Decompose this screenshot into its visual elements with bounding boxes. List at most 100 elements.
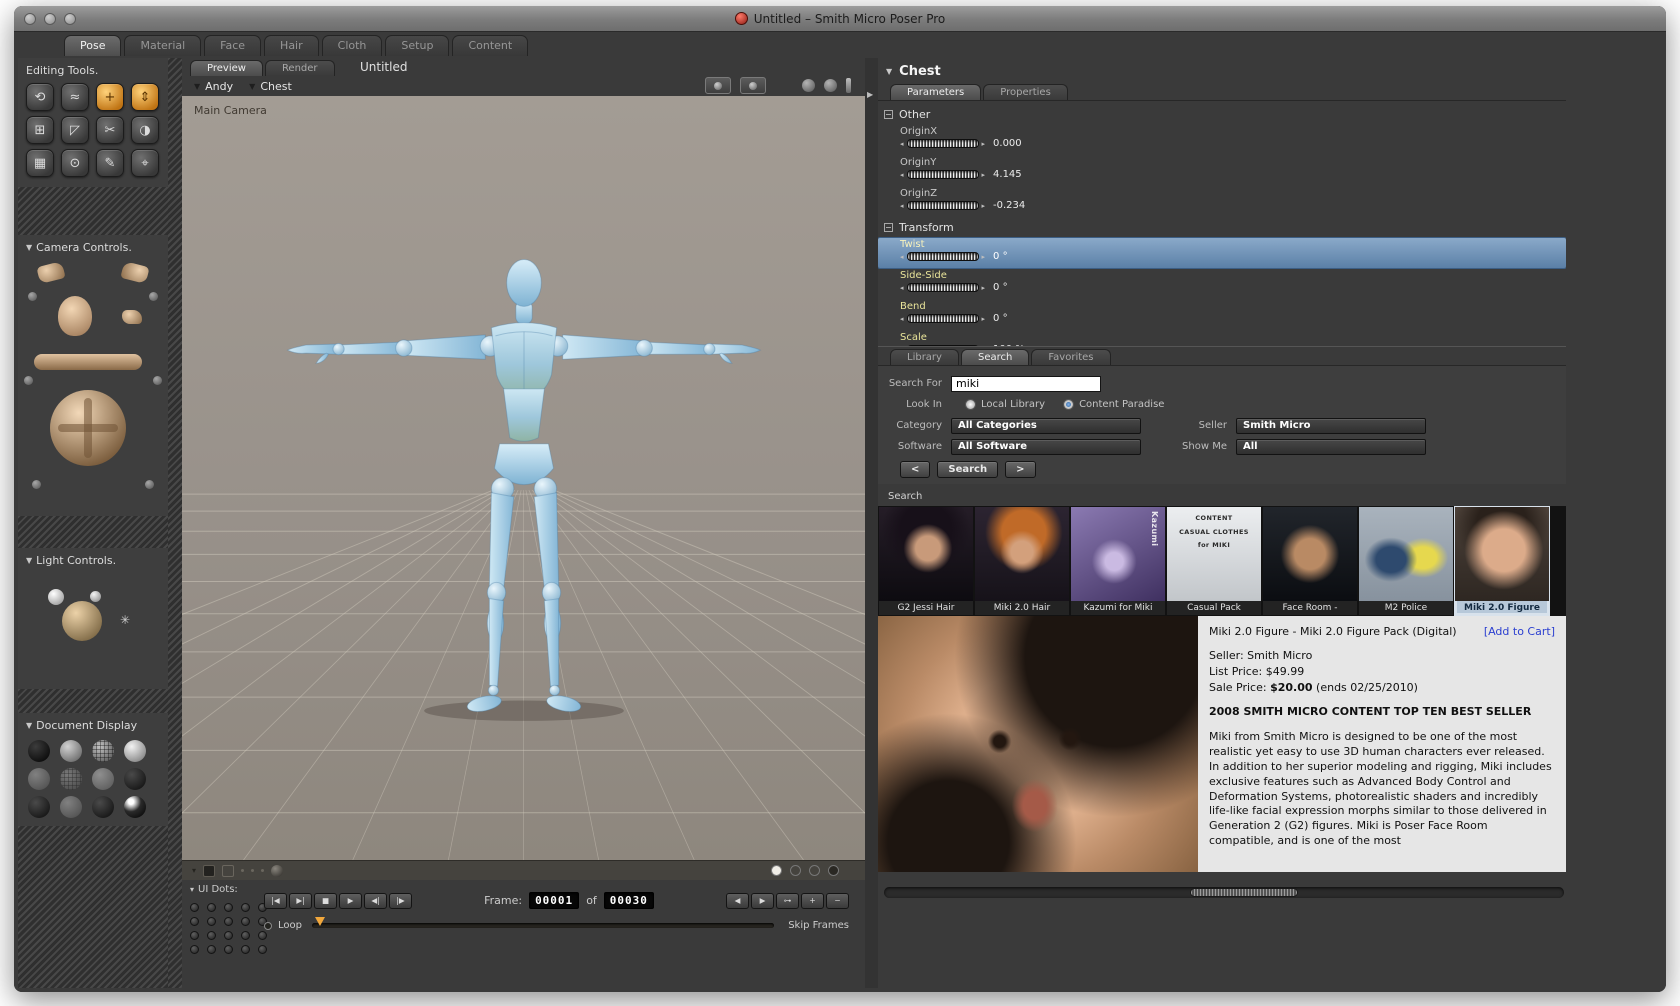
ui-dot[interactable] <box>190 945 199 954</box>
panel-collapse-arrow-icon[interactable]: ▶ <box>867 90 873 99</box>
content-paradise-radio[interactable] <box>1063 399 1075 410</box>
camera-dot-icon[interactable] <box>24 376 33 385</box>
color-tool-icon[interactable]: ◑ <box>131 116 159 144</box>
ui-dot[interactable] <box>224 931 233 940</box>
light-sphere-icon[interactable] <box>48 589 64 605</box>
ui-dot[interactable] <box>190 931 199 940</box>
tab-parameters[interactable]: Parameters <box>890 84 982 100</box>
display-style-cartoon-icon[interactable] <box>124 768 146 790</box>
add-keyframe-button[interactable]: + <box>801 892 824 909</box>
dial-left-arrow-icon[interactable]: ◂ <box>900 171 904 179</box>
rotate-tool-icon[interactable]: ⟲ <box>26 83 54 111</box>
trackball-mini-icon[interactable] <box>802 79 815 92</box>
horizontal-scrollbar[interactable] <box>884 887 1564 898</box>
dial-right-arrow-icon[interactable]: ▸ <box>982 202 986 210</box>
display-style-hidden-line-icon[interactable] <box>28 768 50 790</box>
dial-right-arrow-icon[interactable]: ▸ <box>982 140 986 148</box>
current-frame-counter[interactable]: 00001 <box>529 892 580 909</box>
dial-right-arrow-icon[interactable]: ▸ <box>982 315 986 323</box>
dial-left-arrow-icon[interactable]: ◂ <box>900 202 904 210</box>
strip-triangle-icon[interactable]: ▾ <box>192 866 196 875</box>
next-frame-button[interactable]: |▶ <box>389 892 412 909</box>
figure-selector[interactable]: ▼ Andy <box>194 80 233 93</box>
twist-dial[interactable] <box>906 252 979 261</box>
display-style-sketch-icon[interactable] <box>124 796 146 818</box>
side-side-dial[interactable] <box>906 283 979 292</box>
originy-dial[interactable] <box>906 170 979 179</box>
ui-dot[interactable] <box>241 903 250 912</box>
taper-tool-icon[interactable]: ◸ <box>61 116 89 144</box>
camera-link-dot-icon[interactable] <box>149 292 158 301</box>
collapse-triangle-icon[interactable]: ▼ <box>26 721 32 730</box>
result-casual-pack[interactable]: CONTENT CASUAL CLOTHES for MIKI Casual P… <box>1167 507 1261 615</box>
loop-toggle[interactable]: Loop <box>264 920 302 931</box>
display-style-flat-shaded-icon[interactable] <box>60 768 82 790</box>
tab-preview[interactable]: Preview <box>190 60 263 76</box>
dial-right-arrow-icon[interactable]: ▸ <box>982 171 986 179</box>
tab-cloth[interactable]: Cloth <box>321 35 383 56</box>
edit-keyframes-button[interactable]: ⊶ <box>776 892 799 909</box>
bend-dial[interactable] <box>906 314 979 323</box>
ui-dot[interactable] <box>224 903 233 912</box>
collapse-triangle-icon[interactable]: ▼ <box>26 243 32 252</box>
search-input[interactable] <box>951 375 1101 392</box>
ui-dot[interactable] <box>241 945 250 954</box>
param-row-twist[interactable]: Twist ◂ ▸ 0 ° ▶ <box>878 238 1566 268</box>
tab-pose[interactable]: Pose <box>64 35 122 56</box>
translate-pull-tool-icon[interactable]: + <box>96 83 124 111</box>
originz-dial[interactable] <box>906 201 979 210</box>
result-miki-20-figure[interactable]: Miki 2.0 Figure <box>1454 506 1550 616</box>
focus-distance-icon[interactable] <box>824 79 837 92</box>
param-group-transform[interactable]: Transform <box>878 218 1566 237</box>
collapse-triangle-icon[interactable]: ▾ <box>190 885 194 894</box>
chain-break-tool-icon[interactable]: ✂ <box>96 116 124 144</box>
ui-dot[interactable] <box>207 917 216 926</box>
hand-camera-icon[interactable] <box>122 310 142 324</box>
next-keyframe-button[interactable]: ▶ <box>751 892 774 909</box>
search-button[interactable]: Search <box>937 461 999 478</box>
actor-selector[interactable]: ▼ Chest <box>249 80 292 93</box>
light-trackball-icon[interactable] <box>62 601 102 641</box>
result-m2-police[interactable]: M2 Police <box>1359 507 1453 615</box>
dial-right-arrow-icon[interactable]: ▸ <box>982 284 986 292</box>
local-library-radio-label[interactable]: Local Library <box>981 399 1045 410</box>
delete-keyframe-button[interactable]: − <box>826 892 849 909</box>
display-dot-full-icon[interactable] <box>771 865 782 876</box>
horizontal-scrollbar-thumb[interactable] <box>1190 888 1298 897</box>
tab-face[interactable]: Face <box>204 35 262 56</box>
ui-dot[interactable] <box>190 917 199 926</box>
show-me-dropdown[interactable]: All <box>1236 438 1426 455</box>
tab-properties[interactable]: Properties <box>983 84 1068 100</box>
camera-view-preset-icon[interactable] <box>705 77 731 94</box>
direct-manipulation-tool-icon[interactable]: ⌖ <box>131 149 159 177</box>
tab-search[interactable]: Search <box>960 349 1030 365</box>
view-magnifier-tool-icon[interactable]: ⊙ <box>61 149 89 177</box>
tab-content[interactable]: Content <box>452 35 529 56</box>
skip-frames-label[interactable]: Skip Frames <box>788 920 849 931</box>
display-dot-outline2-icon[interactable] <box>809 865 820 876</box>
close-window-button[interactable] <box>24 13 36 25</box>
stop-button[interactable]: ■ <box>314 892 337 909</box>
face-camera-icon[interactable] <box>58 296 92 336</box>
ui-dot[interactable] <box>224 945 233 954</box>
frame-slider-marker[interactable] <box>314 917 325 926</box>
ui-dot[interactable] <box>190 903 199 912</box>
seller-dropdown[interactable]: Smith Micro <box>1236 417 1426 434</box>
tab-render[interactable]: Render <box>264 60 335 76</box>
camera-dot-icon[interactable] <box>32 480 41 489</box>
display-style-texture-shaded-icon[interactable] <box>92 796 114 818</box>
display-dot-outline-icon[interactable] <box>790 865 801 876</box>
result-face-room[interactable]: Face Room - <box>1263 507 1357 615</box>
collapse-triangle-icon[interactable]: ▼ <box>886 67 892 76</box>
3d-viewport[interactable]: Main Camera <box>182 96 865 860</box>
create-light-icon[interactable]: ✳ <box>120 613 130 627</box>
next-page-button[interactable]: > <box>1005 461 1036 478</box>
camera-right-hand-icon[interactable] <box>120 261 150 284</box>
category-dropdown[interactable]: All Categories <box>951 417 1141 434</box>
camera-view-multi-icon[interactable] <box>740 77 766 94</box>
display-style-wireframe-icon[interactable] <box>92 740 114 762</box>
param-group-other[interactable]: Other <box>878 105 1566 124</box>
display-style-flat-lined-icon[interactable] <box>92 768 114 790</box>
software-dropdown[interactable]: All Software <box>951 438 1141 455</box>
minimize-window-button[interactable] <box>44 13 56 25</box>
